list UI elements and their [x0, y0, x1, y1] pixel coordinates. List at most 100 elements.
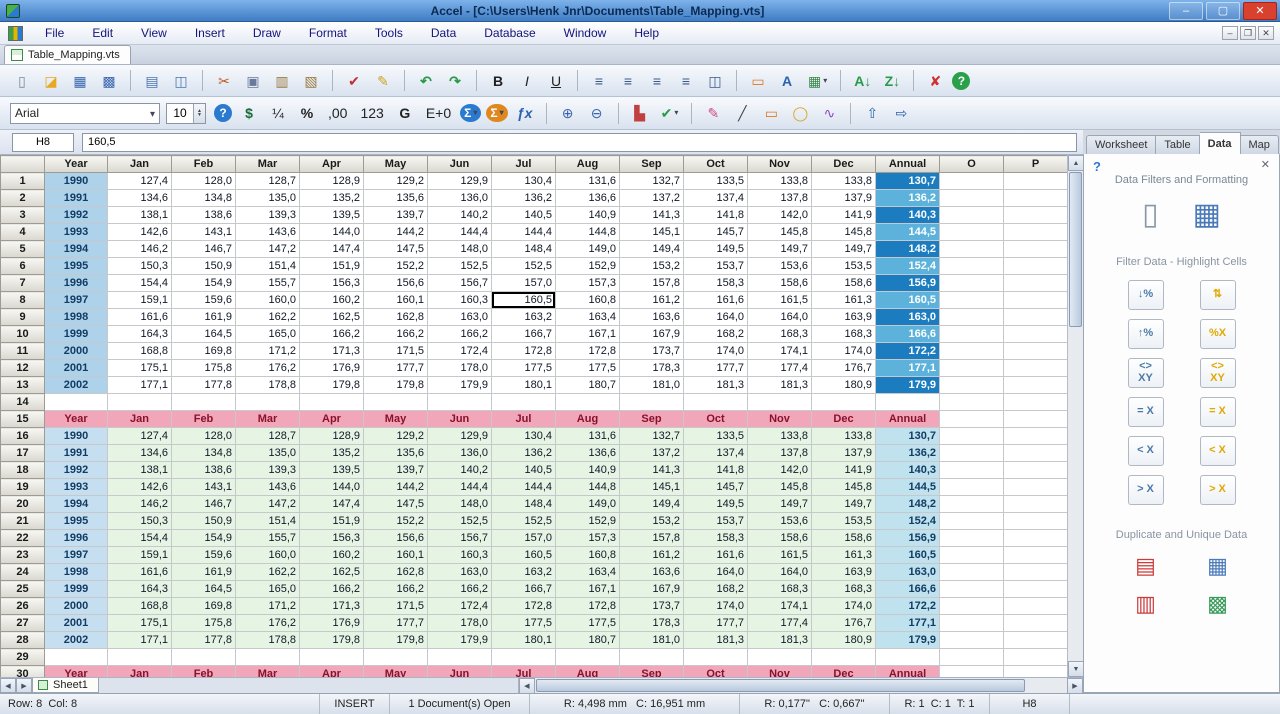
- cell-H3[interactable]: 140,5: [492, 207, 556, 224]
- row-header-19[interactable]: 19: [1, 479, 45, 496]
- cell-M5[interactable]: 149,7: [812, 241, 876, 258]
- cell-K11[interactable]: 174,0: [684, 343, 748, 360]
- cell-E20[interactable]: 147,4: [300, 496, 364, 513]
- fraction-format-icon[interactable]: ¼: [266, 102, 290, 125]
- cell-A26[interactable]: 2000: [45, 598, 108, 615]
- cell-D10[interactable]: 165,0: [236, 326, 300, 343]
- cell-K28[interactable]: 181,3: [684, 632, 748, 649]
- font-size-input[interactable]: 10: [166, 103, 206, 124]
- cell-L4[interactable]: 145,8: [748, 224, 812, 241]
- cell-H19[interactable]: 144,4: [492, 479, 556, 496]
- cell-M9[interactable]: 163,9: [812, 309, 876, 326]
- cell-K9[interactable]: 164,0: [684, 309, 748, 326]
- cell-F23[interactable]: 160,1: [364, 547, 428, 564]
- cell-B10[interactable]: 164,3: [108, 326, 172, 343]
- cell-K6[interactable]: 153,7: [684, 258, 748, 275]
- new-filter-document-icon[interactable]: ▯: [1142, 198, 1159, 232]
- cell-M23[interactable]: 161,3: [812, 547, 876, 564]
- cell-N21[interactable]: 152,4: [876, 513, 940, 530]
- cell-D1[interactable]: 128,7: [236, 173, 300, 190]
- cell-A19[interactable]: 1993: [45, 479, 108, 496]
- cell-C11[interactable]: 169,8: [172, 343, 236, 360]
- cell-G25[interactable]: 166,2: [428, 581, 492, 598]
- cell-M20[interactable]: 149,7: [812, 496, 876, 513]
- row-header-21[interactable]: 21: [1, 513, 45, 530]
- cell-M15[interactable]: Dec: [812, 411, 876, 428]
- cell-E22[interactable]: 156,3: [300, 530, 364, 547]
- cell-I25[interactable]: 167,1: [556, 581, 620, 598]
- cell-P13[interactable]: [1004, 377, 1068, 394]
- minimize-document-button[interactable]: [1222, 26, 1238, 40]
- cell-G15[interactable]: Jun: [428, 411, 492, 428]
- cell-J19[interactable]: 145,1: [620, 479, 684, 496]
- cell-M26[interactable]: 174,0: [812, 598, 876, 615]
- column-header-Jun[interactable]: Jun: [428, 156, 492, 173]
- cell-A25[interactable]: 1999: [45, 581, 108, 598]
- cell-H28[interactable]: 180,1: [492, 632, 556, 649]
- cell-L6[interactable]: 153,6: [748, 258, 812, 275]
- cell-A1[interactable]: 1990: [45, 173, 108, 190]
- cell-D2[interactable]: 135,0: [236, 190, 300, 207]
- cell-H8[interactable]: 160,5: [492, 292, 556, 309]
- cell-B23[interactable]: 159,1: [108, 547, 172, 564]
- cell-E6[interactable]: 151,9: [300, 258, 364, 275]
- menu-window[interactable]: Window: [550, 23, 621, 43]
- cell-M22[interactable]: 158,6: [812, 530, 876, 547]
- cell-L8[interactable]: 161,5: [748, 292, 812, 309]
- cell-I1[interactable]: 131,6: [556, 173, 620, 190]
- cell-E5[interactable]: 147,4: [300, 241, 364, 258]
- cell-M24[interactable]: 163,9: [812, 564, 876, 581]
- zoom-out-icon[interactable]: ⊖: [585, 102, 609, 125]
- cell-J21[interactable]: 153,2: [620, 513, 684, 530]
- cell-K19[interactable]: 145,7: [684, 479, 748, 496]
- format-help-icon[interactable]: ?: [214, 104, 232, 122]
- cell-K25[interactable]: 168,2: [684, 581, 748, 598]
- row-header-28[interactable]: 28: [1, 632, 45, 649]
- cell-C9[interactable]: 161,9: [172, 309, 236, 326]
- greater-than-x-button[interactable]: > X: [1128, 475, 1164, 505]
- cell-G2[interactable]: 136,0: [428, 190, 492, 207]
- cell-J27[interactable]: 178,3: [620, 615, 684, 632]
- cell-N28[interactable]: 179,9: [876, 632, 940, 649]
- cell-L9[interactable]: 164,0: [748, 309, 812, 326]
- cell-I23[interactable]: 160,8: [556, 547, 620, 564]
- cell-I10[interactable]: 167,1: [556, 326, 620, 343]
- menu-edit[interactable]: Edit: [78, 23, 127, 43]
- cell-H7[interactable]: 157,0: [492, 275, 556, 292]
- row-header-22[interactable]: 22: [1, 530, 45, 547]
- highlight-between-x-y-button[interactable]: <> XY: [1200, 358, 1236, 388]
- cell-N22[interactable]: 156,9: [876, 530, 940, 547]
- cell-I2[interactable]: 136,6: [556, 190, 620, 207]
- cell-O28[interactable]: [940, 632, 1004, 649]
- cell-C15[interactable]: Feb: [172, 411, 236, 428]
- cell-A15[interactable]: Year: [45, 411, 108, 428]
- draw-ellipse-icon[interactable]: ◯: [788, 102, 812, 125]
- cell-O3[interactable]: [940, 207, 1004, 224]
- cell-A22[interactable]: 1996: [45, 530, 108, 547]
- cell-D20[interactable]: 147,2: [236, 496, 300, 513]
- cell-B8[interactable]: 159,1: [108, 292, 172, 309]
- cell-L29[interactable]: [748, 649, 812, 666]
- cell-D24[interactable]: 162,2: [236, 564, 300, 581]
- cell-G10[interactable]: 166,2: [428, 326, 492, 343]
- cell-N4[interactable]: 144,5: [876, 224, 940, 241]
- cell-N14[interactable]: [876, 394, 940, 411]
- column-header-May[interactable]: May: [364, 156, 428, 173]
- cell-J16[interactable]: 132,7: [620, 428, 684, 445]
- column-header-O[interactable]: O: [940, 156, 1004, 173]
- column-header-Nov[interactable]: Nov: [748, 156, 812, 173]
- cell-G22[interactable]: 156,7: [428, 530, 492, 547]
- cell-E9[interactable]: 162,5: [300, 309, 364, 326]
- cell-B11[interactable]: 168,8: [108, 343, 172, 360]
- cell-M11[interactable]: 174,0: [812, 343, 876, 360]
- cell-M10[interactable]: 168,3: [812, 326, 876, 343]
- new-document-icon[interactable]: ▯: [10, 69, 34, 92]
- cell-D15[interactable]: Mar: [236, 411, 300, 428]
- cell-L25[interactable]: 168,3: [748, 581, 812, 598]
- cell-N3[interactable]: 140,3: [876, 207, 940, 224]
- cell-H4[interactable]: 144,4: [492, 224, 556, 241]
- cell-L22[interactable]: 158,6: [748, 530, 812, 547]
- spreadsheet-grid[interactable]: YearJanFebMarAprMayJunJulAugSepOctNovDec…: [0, 155, 1067, 677]
- highlighter-pen-icon[interactable]: ✎: [701, 102, 725, 125]
- cell-I8[interactable]: 160,8: [556, 292, 620, 309]
